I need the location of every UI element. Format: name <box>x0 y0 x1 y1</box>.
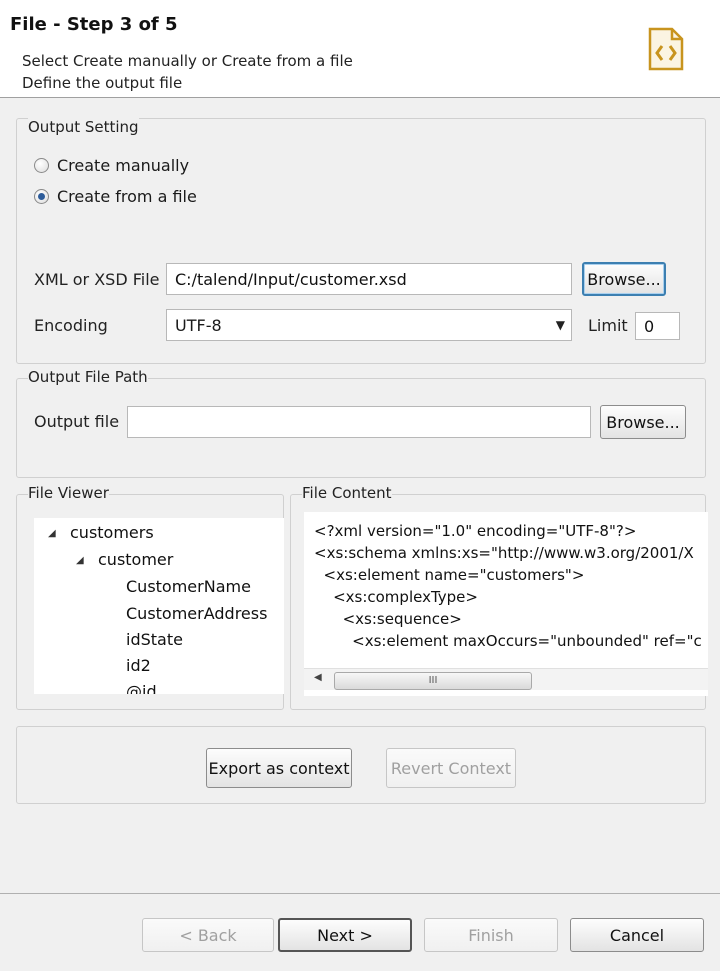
file-content-label: File Content <box>302 484 392 502</box>
next-button[interactable]: Next > <box>278 918 412 952</box>
encoding-value: UTF-8 <box>175 315 222 335</box>
horizontal-scrollbar[interactable]: ◀ III <box>304 668 708 690</box>
tree-node-customername[interactable]: CustomerName <box>126 577 251 596</box>
output-file-path-label: Output File Path <box>28 368 148 386</box>
tree-node-at-id[interactable]: @id <box>126 682 157 694</box>
scroll-left-arrow-icon[interactable]: ◀ <box>314 672 322 683</box>
file-viewer-tree[interactable]: ◢ customers ◢ customer CustomerName Cust… <box>34 518 284 694</box>
content-line: <xs:schema xmlns:xs="http://www.w3.org/2… <box>314 544 694 562</box>
cancel-button[interactable]: Cancel <box>570 918 704 952</box>
output-browse-button[interactable]: Browse... <box>600 405 686 439</box>
scrollbar-thumb[interactable]: III <box>334 672 532 690</box>
tree-node-idstate[interactable]: idState <box>126 630 183 649</box>
create-manually-radio[interactable]: Create manually <box>34 156 189 175</box>
create-from-file-radio[interactable]: Create from a file <box>34 187 197 206</box>
tree-node-customer[interactable]: customer <box>98 550 173 569</box>
encoding-label: Encoding <box>34 316 108 335</box>
content-line: <xs:element maxOccurs="unbounded" ref="c <box>314 632 702 650</box>
limit-input[interactable] <box>635 312 680 340</box>
wizard-title: File - Step 3 of 5 <box>10 14 178 35</box>
file-viewer-label: File Viewer <box>28 484 109 502</box>
content-line: <xs:complexType> <box>314 588 478 606</box>
encoding-select[interactable]: UTF-8 ▼ <box>166 309 572 341</box>
tree-node-customeraddress[interactable]: CustomerAddress <box>126 604 267 623</box>
content-line: <xs:sequence> <box>314 610 462 628</box>
content-line: <xs:element name="customers"> <box>314 566 585 584</box>
tree-node-customers[interactable]: customers <box>70 523 154 542</box>
xml-browse-button[interactable]: Browse... <box>582 262 666 296</box>
content-line: <?xml version="1.0" encoding="UTF-8"?> <box>314 522 637 540</box>
export-as-context-button[interactable]: Export as context <box>206 748 352 788</box>
footer-separator <box>0 893 720 894</box>
context-group <box>16 726 706 804</box>
output-file-label: Output file <box>34 412 120 431</box>
xml-xsd-file-input[interactable] <box>166 263 572 295</box>
tree-node-id2[interactable]: id2 <box>126 656 151 675</box>
radio-indicator[interactable] <box>34 158 49 173</box>
wizard-description-line2: Define the output file <box>22 74 183 92</box>
radio-indicator-checked[interactable] <box>34 189 49 204</box>
expand-icon[interactable]: ◢ <box>48 528 56 539</box>
xml-xsd-file-label: XML or XSD File <box>34 270 160 289</box>
output-file-input[interactable] <box>127 406 591 438</box>
wizard-description-line1: Select Create manually or Create from a … <box>22 52 353 70</box>
wizard-header: File - Step 3 of 5 Select Create manuall… <box>0 0 720 98</box>
finish-button[interactable]: Finish <box>424 918 558 952</box>
chevron-down-icon[interactable]: ▼ <box>556 318 565 332</box>
back-button[interactable]: < Back <box>142 918 274 952</box>
xml-file-icon <box>646 27 686 71</box>
create-from-file-label: Create from a file <box>57 187 197 206</box>
create-manually-label: Create manually <box>57 156 190 175</box>
limit-label: Limit <box>588 316 628 335</box>
output-setting-label: Output Setting <box>28 118 139 136</box>
revert-context-button[interactable]: Revert Context <box>386 748 516 788</box>
expand-icon[interactable]: ◢ <box>76 555 84 566</box>
